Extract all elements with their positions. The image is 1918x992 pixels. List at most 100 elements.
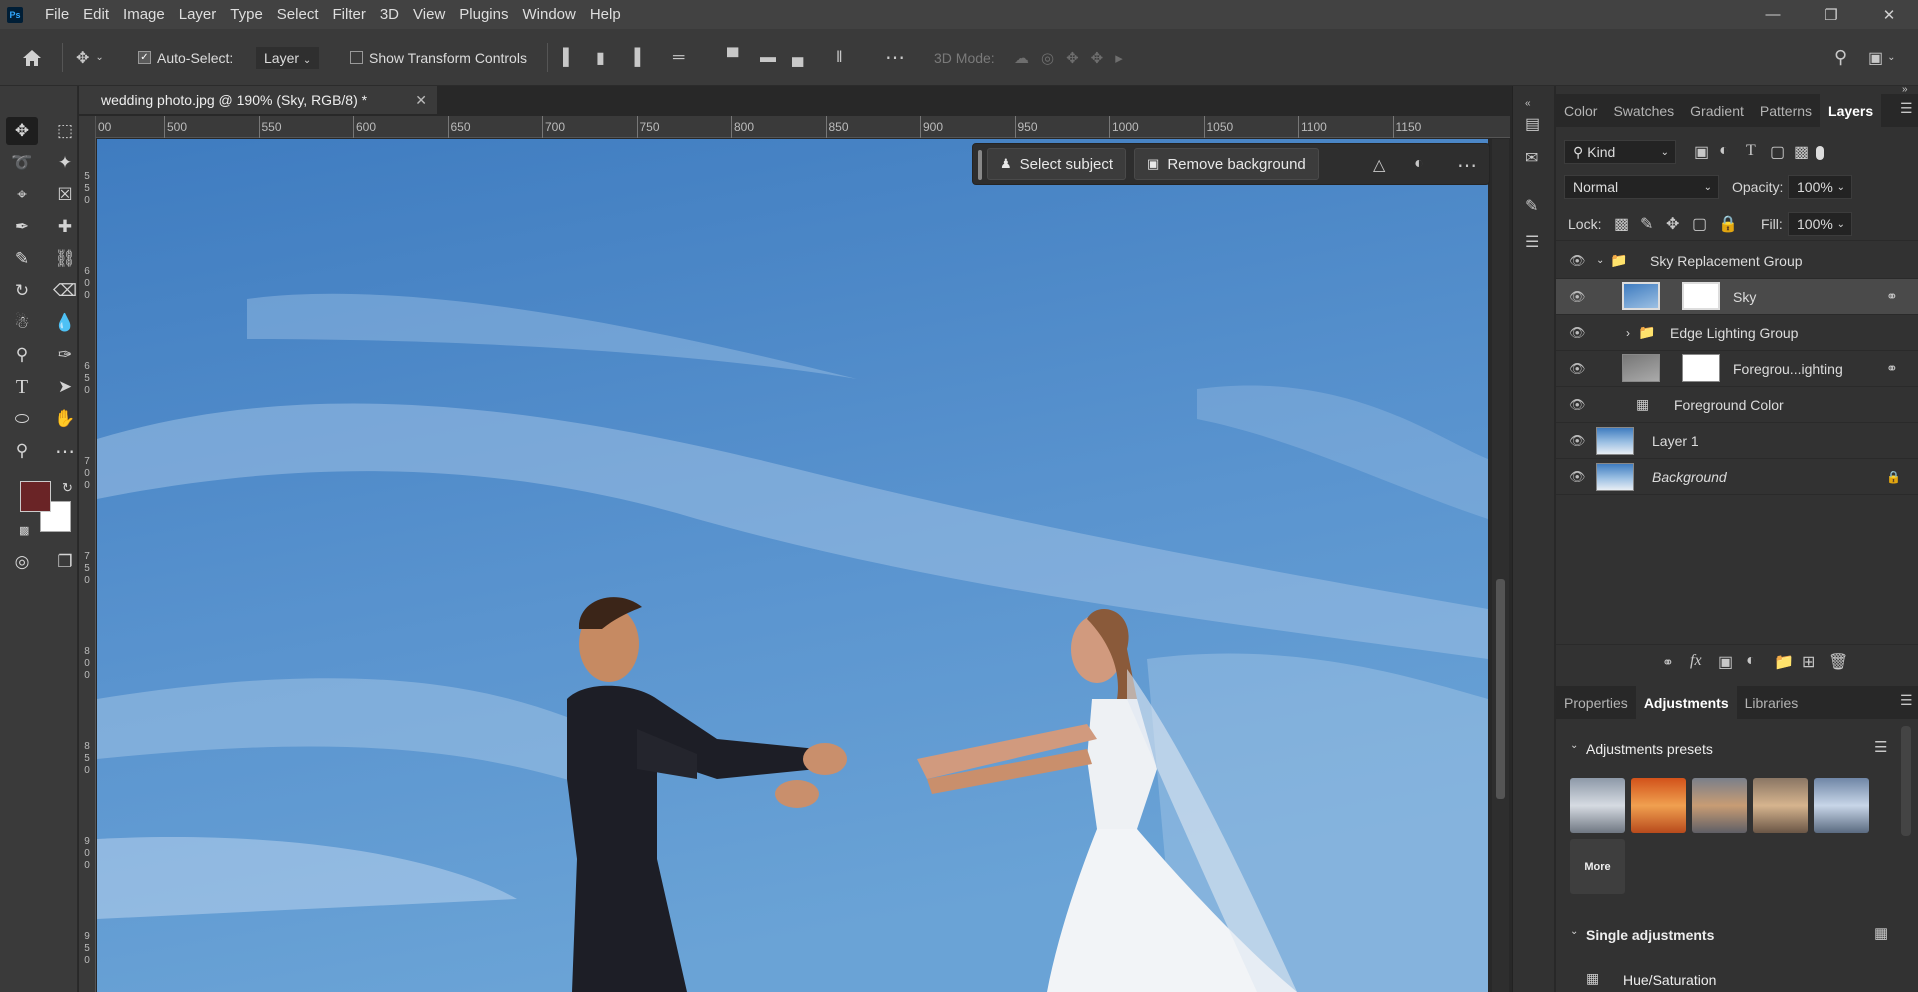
foreground-color-front[interactable] (20, 481, 51, 512)
eyedropper-icon[interactable]: ✒ (6, 213, 38, 241)
menu-edit[interactable]: Edit (77, 6, 115, 23)
brush-settings-icon[interactable]: ✎ (1525, 196, 1538, 216)
close-tab-icon[interactable]: ✕ (415, 92, 427, 109)
restore-icon[interactable]: ❐ (1802, 0, 1860, 29)
align-top-icon[interactable]: ▀ (727, 29, 738, 86)
menu-plugins[interactable]: Plugins (453, 6, 514, 23)
path-selection-icon[interactable]: ➤ (49, 373, 81, 401)
history-icon[interactable]: ▤ (1525, 114, 1540, 134)
tab-layers[interactable]: Layers (1820, 94, 1882, 127)
search-icon[interactable]: ⚲ (1834, 29, 1847, 86)
tab-adjustments[interactable]: Adjustments (1635, 686, 1737, 719)
layer-row-foreground-lighting[interactable]: 👁 Foregrou...ighting ⚭ (1556, 351, 1918, 387)
pen-tool-icon[interactable]: ✑ (49, 341, 81, 369)
lock-artboard-icon[interactable]: ▢ (1692, 214, 1707, 234)
preset-thumbnail[interactable] (1753, 778, 1808, 833)
remove-background-button[interactable]: ▣ Remove background (1134, 148, 1319, 180)
move-tool-icon[interactable]: ✥ (6, 117, 38, 145)
more-presets-button[interactable]: More (1570, 839, 1625, 894)
close-icon[interactable]: ✕ (1860, 0, 1918, 29)
drag-handle[interactable] (978, 150, 982, 180)
paint-bucket-icon[interactable]: ☃ (6, 309, 38, 337)
preset-thumbnail[interactable] (1814, 778, 1869, 833)
zoom-tool-icon[interactable]: ⚲ (6, 437, 38, 465)
new-adjustment-icon[interactable]: ◐ (1746, 652, 1756, 670)
more-options-icon[interactable]: ⋯ (885, 29, 905, 86)
new-group-icon[interactable]: 📁 (1774, 652, 1794, 672)
hand-tool-icon[interactable]: ✋ (49, 405, 81, 433)
eraser-icon[interactable]: ⌫ (49, 277, 81, 305)
minimize-icon[interactable]: — (1744, 0, 1802, 29)
filter-smart-object-icon[interactable]: ▩ (1794, 142, 1809, 162)
align-bottom-icon[interactable]: ▄ (792, 29, 803, 86)
tab-patterns[interactable]: Patterns (1752, 94, 1820, 127)
show-transform-checkbox[interactable]: Show Transform Controls (350, 29, 527, 86)
lasso-tool-icon[interactable]: ➰ (6, 149, 38, 177)
list-view-icon[interactable]: ☰ (1874, 738, 1887, 756)
transform-icon[interactable]: △ (1373, 155, 1385, 175)
preset-thumbnail[interactable] (1631, 778, 1686, 833)
blend-mode-dropdown[interactable]: Normal ⌄ (1564, 175, 1719, 199)
image-canvas[interactable] (97, 139, 1488, 992)
tab-libraries[interactable]: Libraries (1737, 686, 1807, 719)
visibility-eye-icon[interactable]: 👁 (1569, 253, 1586, 269)
quick-mask-icon[interactable]: ◎ (6, 548, 38, 576)
visibility-eye-icon[interactable]: 👁 (1569, 361, 1586, 377)
menu-select[interactable]: Select (271, 6, 325, 23)
ellipse-tool-icon[interactable]: ⬭ (6, 405, 38, 433)
type-tool-icon[interactable]: T (6, 373, 38, 401)
layer-row-sky-replacement-group[interactable]: 👁 ⌄ 📁 Sky Replacement Group (1556, 243, 1918, 279)
more-icon[interactable]: ⋯ (1457, 153, 1477, 178)
preset-thumbnail[interactable] (1692, 778, 1747, 833)
move-tool-icon[interactable]: ✥ ⌄ (76, 29, 104, 86)
filter-toggle-icon[interactable] (1816, 146, 1824, 160)
preset-thumbnail[interactable] (1570, 778, 1625, 833)
chevron-down-icon[interactable]: ⌄ (1570, 740, 1578, 751)
tab-gradient[interactable]: Gradient (1682, 94, 1752, 127)
adjustment-icon[interactable]: ◐ (1414, 155, 1424, 173)
layer-row-sky[interactable]: 👁 Sky ⚭ (1556, 279, 1918, 315)
marquee-tool-icon[interactable]: ⬚ (49, 117, 81, 145)
auto-select-checkbox[interactable]: ✓ Auto-Select: (138, 29, 233, 86)
chevron-down-icon[interactable]: ⌄ (1596, 255, 1604, 266)
healing-brush-icon[interactable]: ✚ (49, 213, 81, 241)
fill-field[interactable]: 100% ⌄ (1788, 212, 1852, 236)
filter-adjustment-icon[interactable]: ◐ (1719, 142, 1729, 160)
visibility-eye-icon[interactable]: 👁 (1569, 289, 1586, 305)
visibility-eye-icon[interactable]: 👁 (1569, 469, 1586, 485)
delete-layer-icon[interactable]: 🗑 (1828, 652, 1848, 672)
menu-help[interactable]: Help (584, 6, 627, 23)
lock-transparent-icon[interactable]: ▩ (1614, 214, 1629, 234)
history-brush-icon[interactable]: ↻ (6, 277, 38, 305)
default-colors-icon[interactable]: ▩ (19, 524, 29, 537)
layer-row-edge-lighting-group[interactable]: 👁 › 📁 Edge Lighting Group (1556, 315, 1918, 351)
layer-row-background[interactable]: 👁 Background 🔒 (1556, 459, 1918, 495)
select-subject-button[interactable]: ♟ Select subject (987, 148, 1127, 180)
dodge-tool-icon[interactable]: ⚲ (6, 341, 38, 369)
screen-mode-icon[interactable]: ❐ (49, 548, 81, 576)
visibility-eye-icon[interactable]: 👁 (1569, 397, 1586, 413)
new-layer-icon[interactable]: ⊞ (1802, 652, 1815, 672)
align-middle-icon[interactable]: ▬ (760, 29, 776, 86)
hue-saturation-label[interactable]: Hue/Saturation (1623, 972, 1716, 988)
add-mask-icon[interactable]: ▣ (1718, 652, 1733, 672)
lock-all-icon[interactable]: 🔒 (1718, 214, 1738, 234)
menu-layer[interactable]: Layer (173, 6, 223, 23)
layer-filter-dropdown[interactable]: ⚲ Kind ⌄ (1564, 140, 1676, 164)
lock-position-icon[interactable]: ✥ (1666, 214, 1679, 234)
menu-type[interactable]: Type (224, 6, 269, 23)
align-left-icon[interactable]: ▌ (563, 29, 574, 86)
filter-pixel-icon[interactable]: ▣ (1694, 142, 1709, 162)
filter-shape-icon[interactable]: ▢ (1770, 142, 1785, 162)
link-layers-icon[interactable]: ⚭ (1662, 654, 1674, 671)
menu-window[interactable]: Window (516, 6, 581, 23)
brush-tool-icon[interactable]: ✎ (6, 245, 38, 273)
panel-menu-icon[interactable]: ☰ (1900, 692, 1913, 709)
chevron-right-icon[interactable]: › (1626, 326, 1630, 340)
align-right-icon[interactable]: ▐ (629, 29, 640, 86)
comments-icon[interactable]: ✉ (1525, 148, 1538, 168)
adjustment-sliders-icon[interactable]: ☰ (1525, 232, 1539, 252)
crop-tool-icon[interactable]: ⌖ (6, 181, 38, 209)
lock-image-icon[interactable]: ✎ (1640, 214, 1653, 234)
opacity-field[interactable]: 100% ⌄ (1788, 175, 1852, 199)
